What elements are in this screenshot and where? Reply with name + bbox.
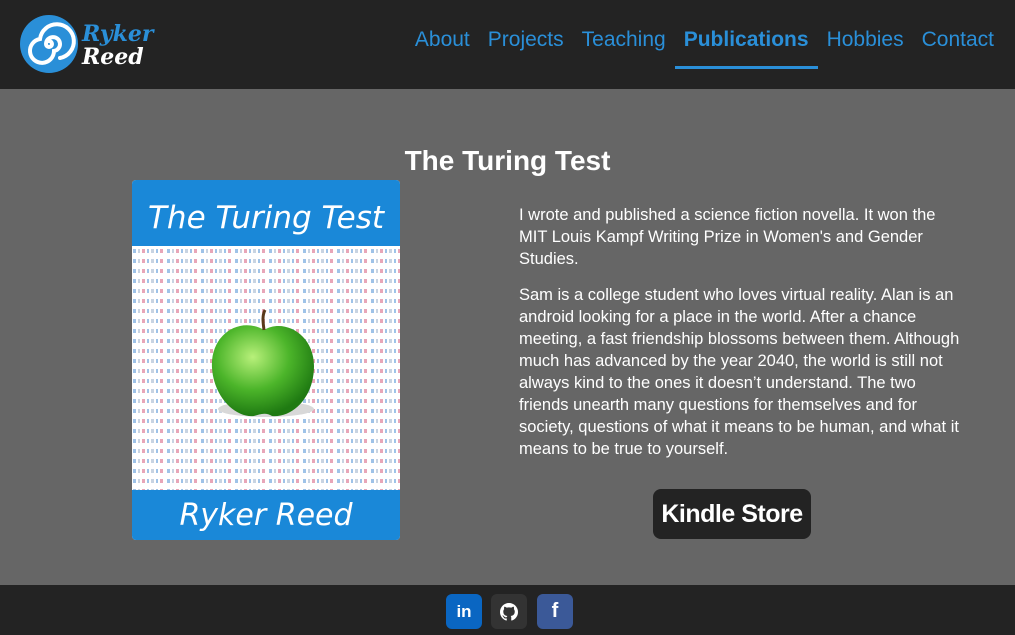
logo-last-name: Reed: [82, 44, 144, 70]
cover-title: The Turing Test: [132, 180, 400, 246]
nav-projects[interactable]: Projects: [479, 24, 573, 66]
facebook-link[interactable]: f: [537, 594, 573, 629]
nav-about[interactable]: About: [406, 24, 479, 66]
site-header: Ryker Reed About Projects Teaching Publi…: [0, 0, 1015, 89]
nav-publications[interactable]: Publications: [674, 24, 818, 69]
github-link[interactable]: [491, 594, 527, 629]
book-cover: The Turing Test Ryker Reed: [132, 180, 400, 540]
nav-contact[interactable]: Contact: [913, 24, 1003, 66]
linkedin-icon: in: [456, 601, 472, 621]
linkedin-link[interactable]: in: [446, 594, 482, 629]
description-synopsis: Sam is a college student who loves virtu…: [519, 286, 960, 458]
kindle-store-button[interactable]: Kindle Store: [653, 489, 811, 539]
site-logo[interactable]: Ryker Reed: [18, 8, 154, 80]
spiral-logo-icon: [20, 15, 78, 73]
facebook-icon: f: [551, 600, 559, 622]
nav-teaching[interactable]: Teaching: [573, 24, 675, 66]
main-nav: About Projects Teaching Publications Hob…: [406, 24, 1003, 69]
logo-first-name: Ryker: [82, 21, 154, 47]
binary-apple-illustration: [132, 246, 400, 490]
cover-author: Ryker Reed: [132, 490, 400, 540]
description-award: I wrote and published a science fiction …: [519, 206, 936, 268]
page-title: The Turing Test: [404, 144, 611, 176]
github-icon: [500, 602, 518, 621]
nav-hobbies[interactable]: Hobbies: [818, 24, 913, 66]
book-description: I wrote and published a science fiction …: [519, 204, 967, 474]
